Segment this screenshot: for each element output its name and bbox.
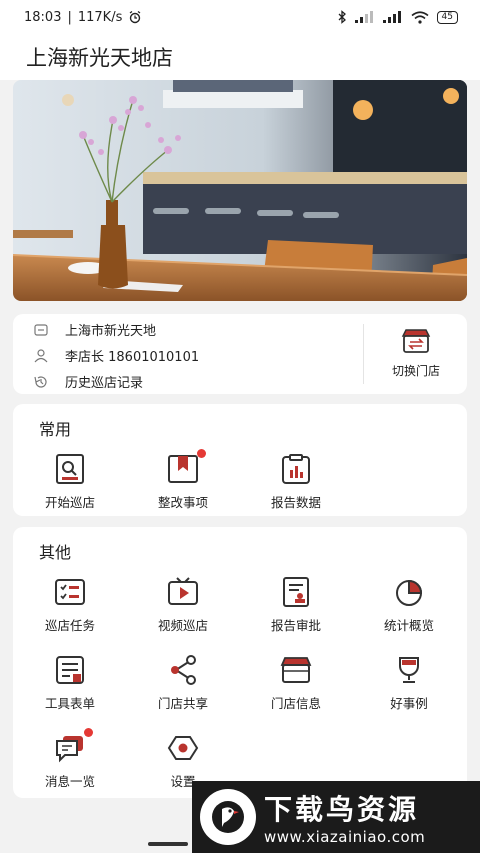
doc-stamp-icon bbox=[279, 575, 313, 609]
wifi-icon bbox=[411, 10, 429, 24]
page-title: 上海新光天地店 bbox=[26, 46, 173, 70]
header: 上海新光天地店 bbox=[0, 34, 480, 80]
address-row: 上海市新光天地 bbox=[33, 320, 156, 339]
battery-indicator: 45 bbox=[436, 10, 458, 24]
watermark-url: www.xiazainiao.com bbox=[264, 828, 426, 846]
message-icon bbox=[53, 728, 93, 765]
share-icon bbox=[166, 653, 200, 687]
watermark-text: 下载鸟资源 www.xiazainiao.com bbox=[264, 788, 425, 846]
tile-label: 工具表单 bbox=[44, 696, 95, 711]
other-section-title: 其他 bbox=[39, 543, 72, 562]
status-right: 45 bbox=[337, 10, 458, 24]
store-info-button[interactable]: 门店信息 bbox=[246, 653, 346, 712]
alarm-icon bbox=[129, 10, 141, 24]
settings-icon bbox=[166, 731, 200, 765]
status-separator: | bbox=[67, 9, 72, 25]
video-patrol-button[interactable]: 视频巡店 bbox=[133, 575, 233, 634]
switch-store-button[interactable]: 切换门店 bbox=[373, 328, 459, 384]
tool-form-button[interactable]: 工具表单 bbox=[20, 653, 120, 712]
bluetooth-icon bbox=[338, 10, 346, 24]
rectification-button[interactable]: 整改事项 bbox=[133, 449, 233, 511]
switch-store-icon bbox=[401, 329, 431, 353]
cafe-scene-image bbox=[13, 80, 467, 301]
tile-label: 报告数据 bbox=[270, 495, 321, 510]
person-icon bbox=[34, 348, 48, 362]
divider bbox=[363, 324, 364, 384]
store-manager: 李店长 18601010101 bbox=[65, 350, 200, 365]
signal-hd-icon bbox=[382, 11, 401, 23]
watermark-title: 下载鸟资源 bbox=[264, 793, 420, 826]
bar-chart-icon bbox=[279, 452, 313, 486]
checklist-icon bbox=[53, 575, 87, 609]
tile-label: 巡店任务 bbox=[44, 618, 95, 633]
tile-label: 门店信息 bbox=[270, 696, 321, 711]
tile-label: 整改事项 bbox=[157, 495, 208, 510]
tile-label: 消息一览 bbox=[44, 774, 95, 789]
statistics-overview-button[interactable]: 统计概览 bbox=[359, 575, 459, 634]
history-link[interactable]: 历史巡店记录 bbox=[65, 372, 143, 391]
messages-button[interactable]: 消息一览 bbox=[20, 728, 120, 790]
bird-logo-icon bbox=[200, 789, 256, 845]
tile-label: 统计概览 bbox=[383, 618, 434, 633]
common-section: 常用 开始巡店 整改事项 报告数据 bbox=[13, 404, 467, 516]
history-row[interactable]: 历史巡店记录 bbox=[33, 372, 143, 391]
signal-icon bbox=[354, 11, 373, 23]
store-photo bbox=[13, 80, 467, 301]
form-icon bbox=[53, 653, 87, 687]
switch-store-label: 切换门店 bbox=[391, 364, 440, 378]
store-icon bbox=[279, 653, 313, 687]
tile-label: 报告审批 bbox=[270, 618, 321, 633]
store-info-card: 上海市新光天地 李店长 18601010101 历史巡店记录 切换门店 bbox=[13, 314, 467, 394]
search-doc-icon bbox=[53, 452, 87, 486]
status-time: 18:03 bbox=[24, 9, 62, 25]
notification-badge bbox=[197, 449, 206, 458]
building-icon bbox=[34, 323, 48, 336]
report-data-button[interactable]: 报告数据 bbox=[246, 452, 346, 511]
tile-label: 开始巡店 bbox=[44, 495, 95, 510]
patrol-task-button[interactable]: 巡店任务 bbox=[20, 575, 120, 634]
status-left: 18:03 | 117K/s bbox=[24, 10, 142, 25]
report-approval-button[interactable]: 报告审批 bbox=[246, 575, 346, 634]
watermark-banner: 下载鸟资源 www.xiazainiao.com bbox=[192, 781, 480, 853]
store-address: 上海市新光天地 bbox=[65, 324, 157, 339]
other-section: 其他 巡店任务 视频巡店 报告审批 统计概览 工具表单 门店共享 门店信息 好事… bbox=[13, 527, 467, 798]
tv-play-icon bbox=[166, 575, 200, 609]
bookmark-icon bbox=[166, 449, 206, 486]
notification-badge bbox=[84, 728, 93, 737]
manager-row: 李店长 18601010101 bbox=[33, 346, 199, 365]
history-icon bbox=[34, 375, 47, 388]
trophy-icon bbox=[392, 653, 426, 687]
pie-chart-icon bbox=[392, 575, 426, 609]
tile-label: 门店共享 bbox=[157, 696, 208, 711]
good-cases-button[interactable]: 好事例 bbox=[359, 653, 459, 712]
home-indicator[interactable] bbox=[148, 842, 188, 846]
tile-label: 好事例 bbox=[390, 696, 428, 711]
common-section-title: 常用 bbox=[39, 420, 72, 439]
tile-label: 视频巡店 bbox=[157, 618, 208, 633]
network-speed: 117K/s bbox=[77, 9, 123, 25]
start-patrol-button[interactable]: 开始巡店 bbox=[20, 452, 120, 511]
status-bar: 18:03 | 117K/s 45 bbox=[0, 0, 480, 34]
store-share-button[interactable]: 门店共享 bbox=[133, 653, 233, 712]
